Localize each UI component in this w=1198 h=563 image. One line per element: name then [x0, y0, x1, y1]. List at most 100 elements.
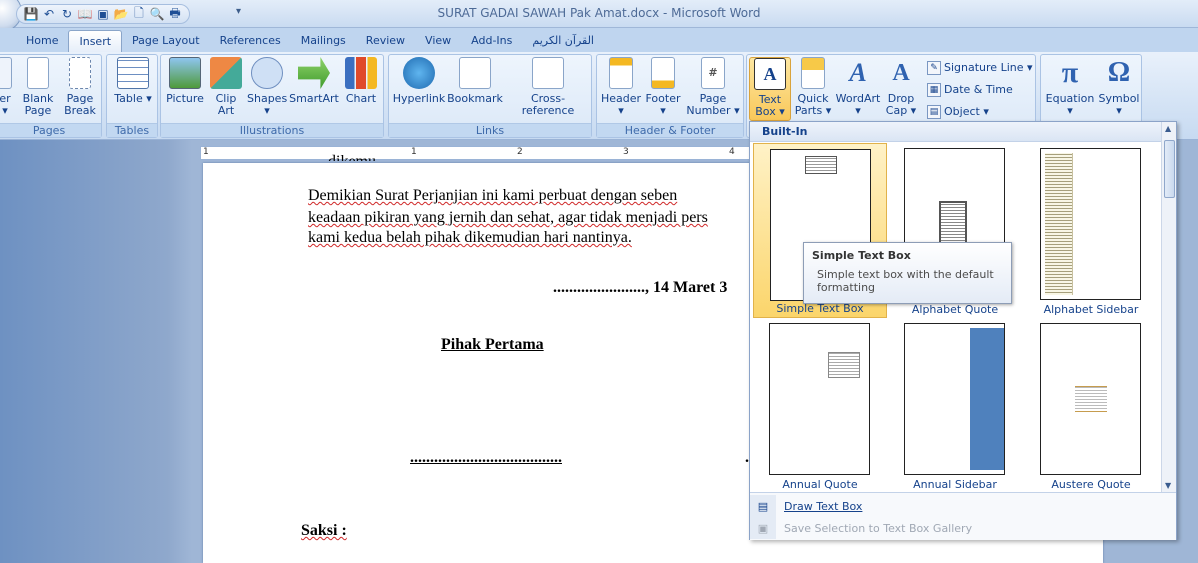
equation-button[interactable]: π Equation ▾	[1043, 57, 1097, 121]
header-button[interactable]: Header ▾	[599, 57, 643, 121]
tab-insert[interactable]: Insert	[68, 30, 123, 52]
tab-review[interactable]: Review	[356, 30, 415, 52]
clip-art-button[interactable]: Clip Art	[207, 57, 245, 121]
clip-art-icon	[210, 57, 242, 89]
tab-view[interactable]: View	[415, 30, 461, 52]
window-title: SURAT GADAI SAWAH Pak Amat.docx - Micros…	[437, 6, 761, 20]
object-button[interactable]: ▤ Object ▾	[927, 103, 989, 121]
alphabet-sidebar-thumbnail	[1040, 148, 1141, 300]
doc-signature-dots: ......................................	[410, 449, 562, 466]
ruler-number: 3	[623, 147, 629, 157]
gallery-footer: ▤ Draw Text Box ▣ Save Selection to Text…	[750, 492, 1176, 540]
tooltip-body: Simple text box with the default formatt…	[817, 268, 994, 294]
smartart-button[interactable]: SmartArt	[289, 57, 339, 121]
doc-saksi: Saksi :	[301, 522, 347, 539]
doc-paragraph-line: kami kedua belah pihak dikemudian hari n…	[308, 229, 632, 246]
gallery-item-annual-quote[interactable]: Annual Quote	[753, 318, 887, 493]
page-number-icon: #	[701, 57, 725, 89]
header-icon	[609, 57, 633, 89]
scroll-down-icon[interactable]: ▼	[1165, 481, 1171, 490]
shapes-button[interactable]: Shapes ▾	[247, 57, 287, 121]
wordart-icon: A	[849, 58, 867, 87]
scroll-up-icon[interactable]: ▲	[1165, 124, 1171, 133]
omega-icon: Ω	[1107, 57, 1131, 88]
drop-cap-button[interactable]: A Drop Cap ▾	[881, 57, 921, 121]
signature-line-button[interactable]: ✎ Signature Line ▾	[927, 59, 1033, 77]
annual-quote-thumbnail	[769, 323, 870, 475]
picture-icon	[169, 57, 201, 89]
ruler-number: 2	[517, 147, 523, 157]
cross-reference-button[interactable]: Cross-reference	[505, 57, 591, 121]
calendar-icon: ▦	[927, 83, 941, 97]
scrollbar-thumb[interactable]	[1164, 140, 1175, 198]
ruler-number: 4	[729, 147, 735, 157]
group-label-tables: Tables	[107, 123, 157, 137]
draw-text-box-icon: ▤	[750, 495, 776, 517]
horizontal-ruler[interactable]: 1 1 2 3 4	[200, 146, 754, 160]
tab-add-ins[interactable]: Add-Ins	[461, 30, 522, 52]
text-box-icon: A	[754, 58, 786, 90]
picture-button[interactable]: Picture	[163, 57, 207, 121]
footer-icon	[651, 57, 675, 89]
gallery-scrollbar[interactable]: ▲ ▼	[1161, 122, 1176, 492]
page-number-button[interactable]: # Page Number ▾	[685, 57, 741, 121]
tooltip: Simple Text Box Simple text box with the…	[803, 242, 1012, 304]
tooltip-title: Simple Text Box	[812, 249, 911, 262]
annual-sidebar-thumbnail	[904, 323, 1005, 475]
save-selection-button[interactable]: ▣ Save Selection to Text Box Gallery	[750, 517, 1176, 539]
page-break-button[interactable]: Page Break	[59, 57, 101, 121]
chart-icon	[345, 57, 377, 89]
bookmark-button[interactable]: Bookmark	[447, 57, 503, 121]
symbol-button[interactable]: Ω Symbol ▾	[1097, 57, 1141, 121]
cross-reference-icon	[532, 57, 564, 89]
tab-quran[interactable]: القرآن الكريم	[522, 30, 604, 52]
bookmark-icon	[459, 57, 491, 89]
wordart-button[interactable]: A WordArt ▾	[835, 57, 881, 121]
gallery-item-caption: Annual Quote	[782, 478, 858, 491]
blank-page-button[interactable]: Blank Page	[17, 57, 59, 121]
doc-paragraph-line: Demikian Surat Perjanjian ini kami perbu…	[308, 187, 678, 204]
hyperlink-button[interactable]: Hyperlink	[391, 57, 447, 121]
quick-parts-button[interactable]: Quick Parts ▾	[791, 57, 835, 121]
signature-icon: ✎	[927, 61, 941, 75]
tab-page-layout[interactable]: Page Layout	[122, 30, 210, 52]
doc-date-line: ......................., 14 Maret 3	[553, 279, 728, 296]
page-break-icon	[69, 57, 91, 89]
object-icon: ▤	[927, 105, 941, 119]
text-box-gallery: Built-In Simple Text Box Alphabet Quote …	[749, 121, 1177, 540]
ruler-number: 1	[203, 147, 209, 157]
chevron-down-icon: ▾	[2, 104, 8, 117]
shapes-icon	[251, 57, 283, 89]
tab-mailings[interactable]: Mailings	[291, 30, 356, 52]
draw-text-box-button[interactable]: ▤ Draw Text Box	[750, 495, 1176, 517]
globe-icon	[403, 57, 435, 89]
gallery-item-alphabet-sidebar[interactable]: Alphabet Sidebar	[1024, 143, 1158, 318]
group-tables: Table ▾ Tables	[106, 54, 158, 138]
gallery-item-austere-quote[interactable]: Austere Quote	[1024, 318, 1158, 493]
doc-top-partial: dikemu	[328, 153, 376, 161]
austere-quote-thumbnail	[1040, 323, 1141, 475]
chart-button[interactable]: Chart	[341, 57, 381, 121]
table-button[interactable]: Table ▾	[111, 57, 155, 121]
date-time-button[interactable]: ▦ Date & Time	[927, 81, 1013, 99]
text-box-button[interactable]: A Text Box ▾	[749, 57, 791, 121]
cover-page-icon	[0, 57, 12, 89]
doc-pihak-pertama: Pihak Pertama	[441, 336, 544, 353]
gallery-header: Built-In	[750, 122, 1162, 142]
cover-page-button[interactable]: er ▾	[0, 57, 13, 121]
quick-parts-icon	[801, 57, 825, 89]
tab-references[interactable]: References	[210, 30, 291, 52]
pi-icon: π	[1061, 56, 1079, 89]
group-label-header-footer: Header & Footer	[597, 123, 743, 137]
ruler-number: 1	[411, 147, 417, 157]
tab-home[interactable]: Home	[16, 30, 68, 52]
gallery-item-caption: Austere Quote	[1051, 478, 1131, 491]
gallery-item-annual-sidebar[interactable]: Annual Sidebar	[888, 318, 1022, 493]
group-label-pages: Pages	[0, 123, 101, 137]
footer-button[interactable]: Footer ▾	[643, 57, 683, 121]
gallery-item-caption: Annual Sidebar	[913, 478, 997, 491]
smartart-icon	[298, 57, 330, 89]
group-illustrations: Picture Clip Art Shapes ▾ SmartArt Chart…	[160, 54, 384, 138]
gallery-item-caption: Alphabet Sidebar	[1043, 303, 1139, 316]
group-label-illustrations: Illustrations	[161, 123, 383, 137]
